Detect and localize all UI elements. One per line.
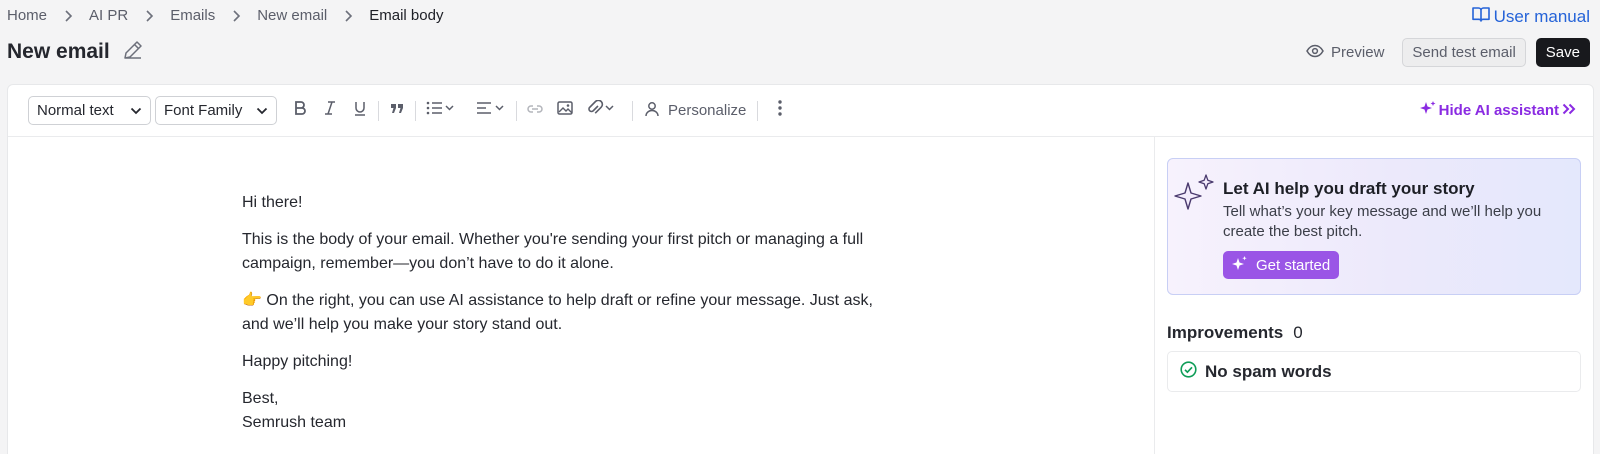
- pointing-hand-emoji: 👉: [242, 292, 262, 309]
- breadcrumb-emails[interactable]: Emails: [170, 7, 215, 24]
- get-started-label: Get started: [1256, 256, 1331, 274]
- personalize-label: Personalize: [668, 102, 747, 119]
- underline-icon: [353, 100, 367, 121]
- save-button[interactable]: Save: [1535, 38, 1590, 67]
- chevron-right-icon: [142, 9, 156, 23]
- align-dropdown-button[interactable]: [469, 96, 513, 126]
- font-family-select[interactable]: Font Family: [155, 96, 277, 125]
- hide-ai-label: Hide AI assistant: [1438, 101, 1559, 119]
- improvements-count: 0: [1293, 323, 1303, 342]
- improvements-header: Improvements 0: [1167, 323, 1303, 343]
- email-paragraph: 👉 On the right, you can use AI assistanc…: [242, 289, 902, 337]
- breadcrumb: Home AI PR Emails New email Email body: [7, 7, 443, 24]
- toolbar-divider: [516, 100, 517, 121]
- chevron-right-icon: [341, 9, 355, 23]
- toolbar-divider: [757, 100, 759, 121]
- ai-draft-card: Let AI help you draft your story Tell wh…: [1167, 158, 1581, 295]
- text-style-select[interactable]: Normal text: [28, 96, 151, 125]
- italic-button[interactable]: [315, 96, 345, 126]
- hide-ai-assistant-button[interactable]: Hide AI assistant: [1419, 100, 1576, 120]
- list-dropdown-button[interactable]: [419, 96, 463, 126]
- quote-button[interactable]: [382, 96, 412, 126]
- eye-icon: [1306, 44, 1324, 62]
- toolbar-divider: [415, 100, 416, 121]
- link-icon: [526, 102, 544, 120]
- email-body-text[interactable]: Hi there! This is the body of your email…: [242, 191, 902, 435]
- email-paragraph: Happy pitching!: [242, 353, 353, 370]
- link-button[interactable]: [520, 96, 550, 126]
- paperclip-icon: [587, 99, 617, 121]
- bold-button[interactable]: [285, 96, 315, 126]
- chevron-right-icon: [229, 9, 243, 23]
- sparkle-icon: [1232, 255, 1248, 275]
- quote-icon: [389, 101, 405, 120]
- font-family-value: Font Family: [164, 102, 243, 119]
- improvement-label: No spam words: [1205, 361, 1332, 381]
- toolbar-divider: [632, 100, 633, 121]
- header-actions: Preview Send test email Save: [1296, 38, 1590, 67]
- bulleted-list-icon: [426, 101, 456, 120]
- preview-button[interactable]: Preview: [1296, 39, 1394, 67]
- email-signoff-block: Best, Semrush team: [242, 387, 902, 435]
- preview-label: Preview: [1331, 44, 1385, 61]
- breadcrumb-ai-pr[interactable]: AI PR: [89, 7, 128, 24]
- improvements-label: Improvements: [1167, 323, 1284, 342]
- double-chevron-right-icon: [1562, 102, 1576, 119]
- user-icon: [644, 101, 660, 121]
- sparkles-icon: [1174, 173, 1216, 218]
- image-icon: [557, 101, 573, 120]
- edit-title-button[interactable]: [120, 39, 146, 65]
- attachment-dropdown-button[interactable]: [580, 96, 624, 126]
- sparkle-icon: [1419, 100, 1436, 120]
- breadcrumb-email-body: Email body: [369, 7, 444, 24]
- email-body-area[interactable]: Hi there! This is the body of your email…: [8, 137, 1154, 454]
- email-signature: Semrush team: [242, 414, 347, 431]
- chevron-down-icon: [256, 102, 268, 119]
- title-row: New email: [7, 39, 146, 65]
- editor-card: Normal text Font Family Personalize Hide…: [7, 84, 1594, 454]
- vertical-ellipsis-icon: [778, 100, 783, 121]
- pencil-icon: [122, 39, 144, 66]
- align-left-icon: [476, 101, 506, 120]
- underline-button[interactable]: [345, 96, 375, 126]
- toolbar-divider: [378, 100, 379, 121]
- book-icon: [1471, 6, 1494, 27]
- chevron-right-icon: [61, 9, 75, 23]
- improvement-item: No spam words: [1167, 351, 1581, 392]
- italic-icon: [323, 100, 337, 121]
- editor-toolbar: Normal text Font Family Personalize Hide…: [8, 85, 1593, 137]
- chevron-down-icon: [130, 102, 142, 119]
- user-manual-link[interactable]: User manual: [1471, 6, 1590, 27]
- breadcrumb-new-email[interactable]: New email: [257, 7, 327, 24]
- ai-card-description: Tell what’s your key message and we’ll h…: [1223, 203, 1542, 240]
- email-greeting: Hi there!: [242, 194, 303, 211]
- bold-icon: [293, 100, 307, 121]
- send-test-email-button[interactable]: Send test email: [1402, 38, 1526, 67]
- breadcrumb-home[interactable]: Home: [7, 7, 47, 24]
- user-manual-label: User manual: [1493, 6, 1590, 26]
- ai-card-title: Let AI help you draft your story: [1223, 179, 1475, 198]
- image-button[interactable]: [550, 96, 580, 126]
- check-circle-icon: [1180, 360, 1197, 383]
- personalize-button[interactable]: Personalize: [636, 96, 754, 126]
- email-paragraph-text: On the right, you can use AI assistance …: [242, 292, 873, 333]
- ai-assistant-panel: Let AI help you draft your story Tell wh…: [1154, 137, 1595, 454]
- email-signoff: Best,: [242, 390, 279, 407]
- email-paragraph: This is the body of your email. Whether …: [242, 231, 864, 272]
- text-style-value: Normal text: [37, 102, 114, 119]
- more-options-button[interactable]: [765, 96, 795, 126]
- get-started-button[interactable]: Get started: [1223, 251, 1340, 279]
- page-title: New email: [7, 40, 110, 63]
